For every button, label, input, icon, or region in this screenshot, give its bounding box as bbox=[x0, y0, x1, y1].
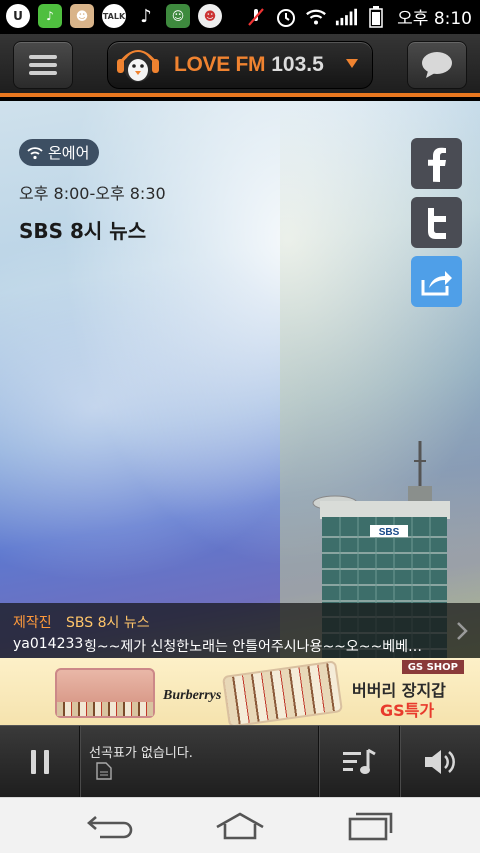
now-playing-text: 선곡표가 없습니다. bbox=[89, 746, 193, 761]
share-icon bbox=[421, 270, 452, 295]
playlist-icon bbox=[343, 748, 376, 774]
penguin-logo-icon bbox=[117, 50, 159, 82]
document-icon bbox=[96, 762, 112, 780]
chat-button[interactable] bbox=[407, 41, 467, 89]
chevron-right-icon[interactable] bbox=[456, 621, 468, 641]
hamburger-icon bbox=[29, 55, 57, 75]
back-button[interactable] bbox=[80, 806, 140, 846]
home-button[interactable] bbox=[210, 806, 270, 846]
credit-value: SBS 8시 뉴스 bbox=[66, 615, 150, 631]
message-user: ya014233 bbox=[13, 636, 84, 652]
menu-button[interactable] bbox=[13, 41, 73, 89]
mute-icon bbox=[245, 6, 267, 28]
ad-badge: GS SHOP bbox=[401, 660, 464, 674]
battery-icon bbox=[365, 5, 387, 28]
lovefm-app-icon: ☻ bbox=[70, 4, 94, 28]
pause-icon bbox=[30, 750, 49, 774]
playlist-button[interactable] bbox=[318, 726, 400, 798]
facebook-button[interactable] bbox=[411, 138, 462, 189]
program-title: SBS 8시 뉴스 bbox=[19, 219, 147, 243]
broadcast-icon bbox=[27, 146, 43, 159]
status-clock: 오후 8:10 bbox=[397, 9, 472, 29]
music-app-icon: ♪ bbox=[38, 4, 62, 28]
pause-button[interactable] bbox=[0, 726, 80, 798]
wallet-image bbox=[55, 668, 155, 718]
message-text: 힝~~제가 신청한노래는 안틀어주시나용~~오~~베베~~ bbox=[84, 639, 424, 655]
system-nav-bar bbox=[0, 797, 480, 853]
home-icon bbox=[216, 812, 264, 840]
volume-button[interactable] bbox=[400, 726, 480, 798]
onair-label: 온에어 bbox=[48, 144, 90, 162]
frog-app-icon: ☺ bbox=[166, 4, 190, 28]
recent-apps-icon bbox=[348, 812, 393, 841]
recent-apps-button[interactable] bbox=[340, 806, 400, 846]
music-note-icon: ♪ bbox=[140, 5, 152, 27]
signal-icon bbox=[335, 6, 358, 28]
notification-icons: U ♪ ☻ TALK ♪ ☺ ☻ bbox=[6, 4, 222, 28]
dropdown-caret-icon bbox=[346, 59, 358, 68]
svg-text:SBS: SBS bbox=[379, 527, 400, 538]
player-bar: 선곡표가 없습니다. bbox=[0, 725, 480, 798]
u-plus-icon: U bbox=[6, 4, 30, 28]
station-name: LOVE FM bbox=[174, 53, 266, 76]
bunny-app-icon: ☻ bbox=[198, 4, 222, 28]
system-icons: 오후 8:10 bbox=[245, 4, 472, 29]
kakaotalk-icon: TALK bbox=[102, 4, 126, 28]
wifi-icon bbox=[305, 6, 327, 28]
station-selector[interactable]: LOVE FM 103.5 bbox=[107, 41, 373, 89]
app-header: LOVE FM 103.5 bbox=[0, 34, 480, 97]
onair-badge: 온에어 bbox=[19, 139, 100, 166]
program-time: 오후 8:00-오후 8:30 bbox=[19, 184, 166, 203]
facebook-icon bbox=[427, 147, 446, 182]
speech-bubble-icon bbox=[422, 52, 452, 78]
twitter-button[interactable] bbox=[411, 197, 462, 248]
station-frequency: 103.5 bbox=[271, 53, 324, 76]
speaker-icon bbox=[425, 750, 455, 774]
share-button[interactable] bbox=[411, 256, 462, 307]
alarm-icon bbox=[275, 6, 297, 28]
ad-subtitle: GS특가 bbox=[380, 701, 435, 720]
status-bar: U ♪ ☻ TALK ♪ ☺ ☻ 오후 8:10 bbox=[0, 0, 480, 34]
ad-brand: Burberrys bbox=[163, 688, 222, 703]
credit-label: 제작진 bbox=[13, 615, 52, 631]
twitter-icon bbox=[427, 207, 446, 239]
back-arrow-icon bbox=[87, 816, 133, 839]
ad-banner[interactable]: Burberrys GS SHOP 버버리 장지갑 GS특가 bbox=[0, 658, 480, 728]
program-hero: 온에어 오후 8:00-오후 8:30 SBS 8시 뉴스 SBS 제작진 SB… bbox=[0, 101, 480, 658]
program-ticker[interactable]: 제작진 SBS 8시 뉴스 ya014233 힝~~제가 신청한노래는 안틀어주… bbox=[0, 603, 480, 658]
wallet-image bbox=[221, 660, 344, 728]
